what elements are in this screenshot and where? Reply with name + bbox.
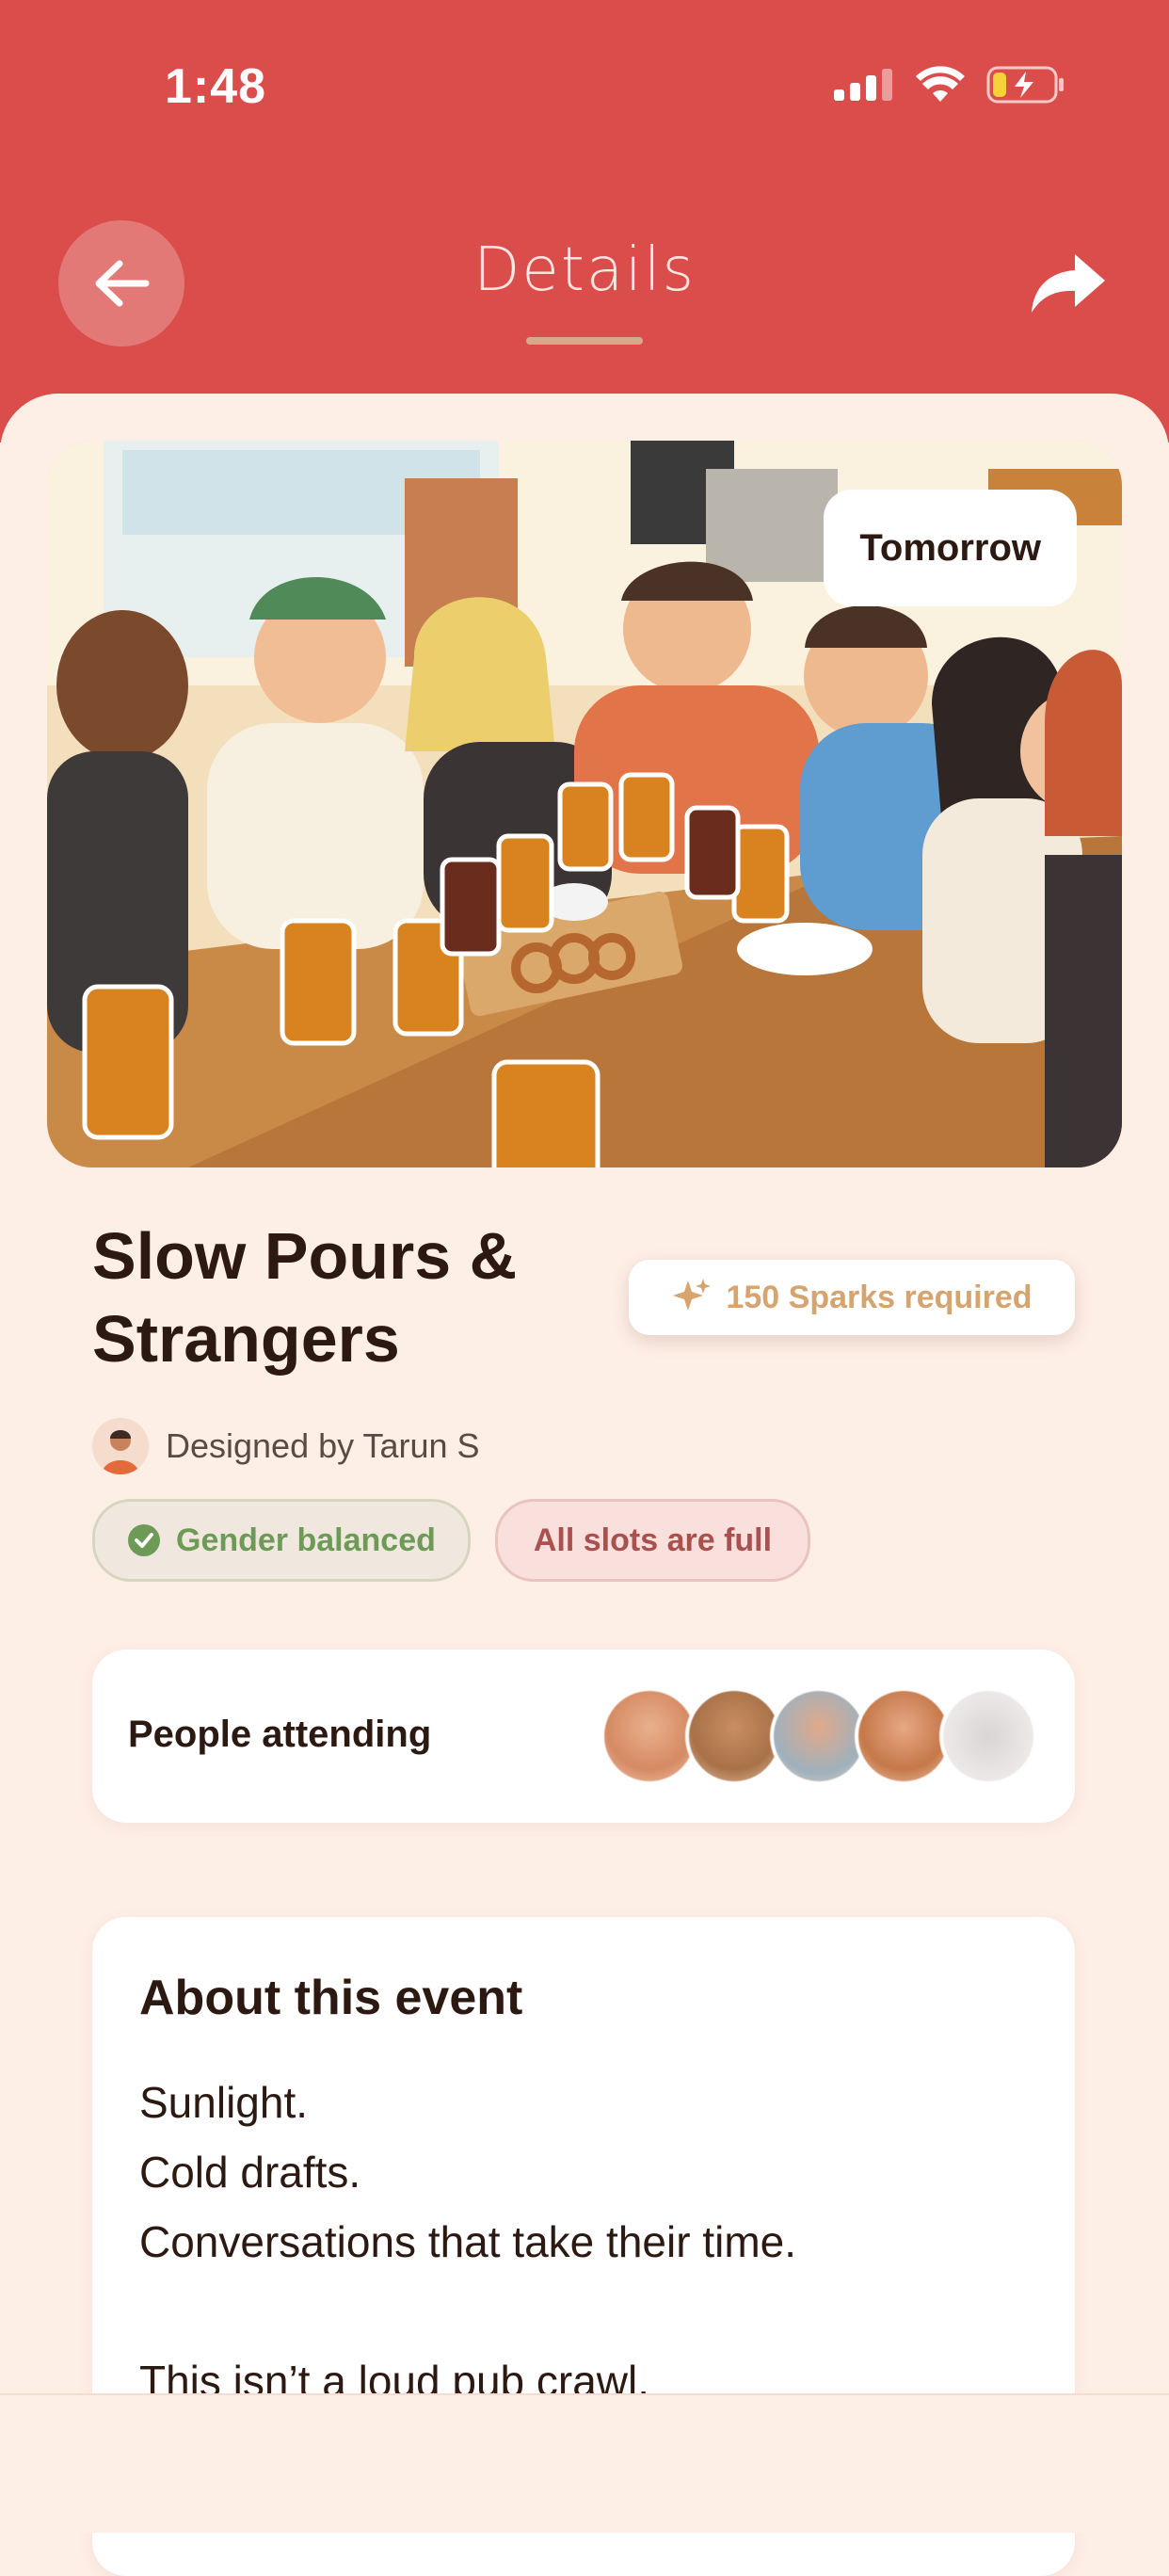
sparks-required-chip: 150 Sparks required	[629, 1260, 1075, 1335]
attendee-avatar	[601, 1687, 698, 1785]
attendee-avatars	[601, 1687, 1037, 1785]
slots-full-label: All slots are full	[533, 1521, 773, 1558]
battery-charging-icon	[986, 66, 1064, 104]
people-attending-label: People attending	[128, 1714, 432, 1755]
wifi-icon	[916, 66, 965, 102]
attendee-avatar	[855, 1687, 953, 1785]
title-underline	[526, 337, 643, 345]
page-title: Details	[473, 235, 696, 305]
designer-label: Designed by Tarun S	[166, 1426, 480, 1465]
people-attending-card[interactable]: People attending	[92, 1650, 1075, 1823]
attendee-avatar-more	[939, 1687, 1037, 1785]
share-arrow-icon	[1032, 254, 1105, 313]
sparkles-icon	[673, 1279, 712, 1311]
share-button[interactable]	[1026, 247, 1111, 318]
attendee-avatar	[685, 1687, 783, 1785]
gender-balanced-tag: Gender balanced	[92, 1499, 471, 1582]
sparks-label: 150 Sparks required	[726, 1279, 1033, 1315]
status-icons	[834, 66, 1065, 104]
cellular-signal-icon	[834, 69, 892, 101]
gender-balanced-label: Gender balanced	[176, 1521, 436, 1558]
slots-full-tag: All slots are full	[494, 1499, 811, 1582]
about-description: Sunlight. Cold drafts. Conversations tha…	[139, 2078, 796, 2406]
bottom-bar	[0, 2393, 1169, 2533]
date-chip: Tomorrow	[824, 490, 1077, 606]
designer-avatar	[92, 1418, 149, 1474]
designer-row[interactable]: Designed by Tarun S	[92, 1418, 480, 1474]
attendee-avatar	[770, 1687, 868, 1785]
check-circle-icon	[128, 1524, 160, 1556]
event-title: Slow Pours & Strangers	[92, 1219, 518, 1376]
event-tags: Gender balanced All slots are full	[92, 1499, 811, 1582]
about-title: About this event	[139, 1971, 523, 2025]
status-time: 1:48	[165, 59, 267, 114]
